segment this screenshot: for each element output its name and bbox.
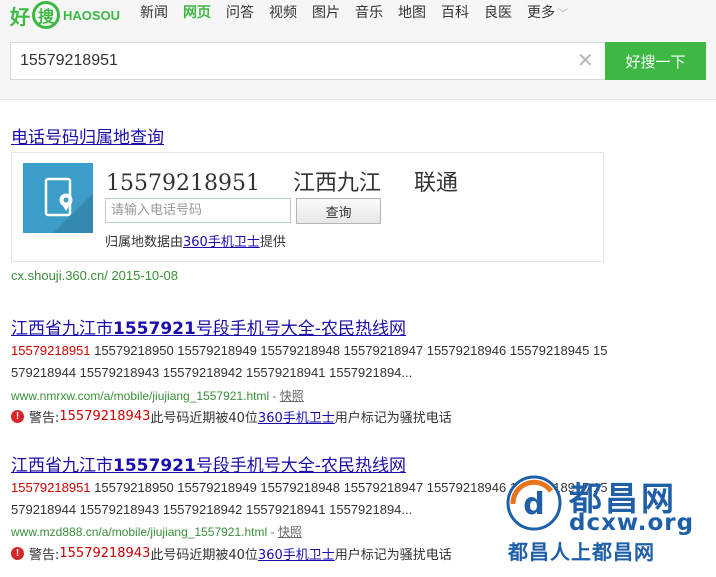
phone-card-url: cx.shouji.360.cn/ 2015-10-08 <box>11 268 178 283</box>
source-suffix: 提供 <box>259 235 286 250</box>
warning-360-link[interactable]: 360手机卫士 <box>258 544 335 563</box>
search-button[interactable]: 好搜一下 <box>605 42 706 80</box>
nav-web[interactable]: 网页 <box>183 2 211 26</box>
logo-search-circle-icon: 搜 <box>32 1 60 29</box>
phone-data-source: 归属地数据由360手机卫士提供 <box>105 231 286 250</box>
warning-360-link[interactable]: 360手机卫士 <box>258 407 335 426</box>
warning-icon: ! <box>11 547 24 560</box>
nav-music[interactable]: 音乐 <box>355 2 383 26</box>
phone-result-line: 15579218951 江西九江 联通 <box>106 165 484 197</box>
result-title-post: 号段手机号大全-农民热线网 <box>195 456 406 476</box>
result-url: www.mzd888.cn/a/mobile/jiujiang_1557921.… <box>11 523 302 540</box>
warning-text: 此号码近期被40位 <box>150 411 258 426</box>
result-title-pre: 江西省九江市 <box>11 456 113 476</box>
snippet-highlight: 15579218951 <box>11 343 91 358</box>
result-url-text: www.mzd888.cn/a/mobile/jiujiang_1557921.… <box>11 525 278 539</box>
watermark-domain: dcxw.org <box>569 510 695 536</box>
result-title-bold: 1557921 <box>113 456 196 476</box>
warning-end: 用户标记为骚扰电话 <box>334 411 452 426</box>
warning-text: 此号码近期被40位 <box>150 548 258 563</box>
result-title-link[interactable]: 江西省九江市1557921号段手机号大全-农民热线网 <box>11 451 406 476</box>
snippet-text: 15579218950 15579218949 15579218948 1557… <box>11 343 608 380</box>
phone-number-input[interactable] <box>105 198 291 223</box>
search-input[interactable] <box>11 43 551 79</box>
watermark-slogan: 都昌人上都昌网 <box>508 540 655 564</box>
warning-label: 警告: <box>29 548 60 563</box>
warning-end: 用户标记为骚扰电话 <box>334 548 452 563</box>
nav-news[interactable]: 新闻 <box>140 2 168 26</box>
nav-video[interactable]: 视频 <box>269 2 297 26</box>
result-url-text: www.nmrxw.com/a/mobile/jiujiang_1557921.… <box>11 389 280 403</box>
nav-map[interactable]: 地图 <box>398 2 426 26</box>
harassment-warning: ! 警告: 15579218943 此号码近期被40位 360手机卫士 用户标记为骚扰电… <box>11 544 452 563</box>
warning-label: 警告: <box>29 411 60 426</box>
haosou-logo[interactable]: 好 搜 HAOSOU <box>10 1 121 29</box>
nav-images[interactable]: 图片 <box>312 2 340 26</box>
logo-wordmark: HAOSOU <box>63 7 121 23</box>
phone-region: 江西九江 <box>292 171 381 196</box>
result-snippet: 15579218951 15579218950 15579218949 1557… <box>11 340 611 384</box>
result-title-pre: 江西省九江市 <box>11 319 113 339</box>
top-nav: 新闻 网页 问答 视频 图片 音乐 地图 百科 良医 更多 ﹀ <box>140 2 583 26</box>
cache-link[interactable]: 快照 <box>280 389 304 403</box>
phone-lookup-title-link[interactable]: 电话号码归属地查询 <box>11 123 164 148</box>
logo-char-hao: 好 <box>10 4 30 29</box>
snippet-highlight: 15579218951 <box>11 480 91 495</box>
phone-query-button[interactable]: 查询 <box>296 198 381 224</box>
nav-qa[interactable]: 问答 <box>226 2 254 26</box>
chevron-down-icon: ﹀ <box>558 9 568 20</box>
watermark-logo-icon: d <box>506 475 562 531</box>
site-watermark: d 都昌网 dcxw.org 都昌人上都昌网 <box>505 470 710 570</box>
top-bar: 好 搜 HAOSOU 新闻 网页 问答 视频 图片 音乐 地图 百科 良医 更多… <box>0 0 716 100</box>
cache-link[interactable]: 快照 <box>278 525 302 539</box>
phone-number: 15579218951 <box>106 171 260 196</box>
nav-baike[interactable]: 百科 <box>441 2 469 26</box>
result-title-bold: 1557921 <box>113 319 196 339</box>
phone-lookup-card: 15579218951 江西九江 联通 查询 归属地数据由360手机卫士提供 <box>11 152 604 262</box>
svg-text:d: d <box>523 487 544 522</box>
warning-number: 15579218943 <box>59 546 151 561</box>
source-prefix: 归属地数据由 <box>105 235 184 250</box>
harassment-warning: ! 警告: 15579218943 此号码近期被40位 360手机卫士 用户标记为骚扰电… <box>11 407 452 426</box>
nav-more-label: 更多 <box>527 5 555 21</box>
nav-doctor[interactable]: 良医 <box>484 2 512 26</box>
source-360-link[interactable]: 360手机卫士 <box>183 235 260 250</box>
warning-number: 15579218943 <box>59 409 151 424</box>
nav-more[interactable]: 更多 ﹀ <box>527 2 568 26</box>
phone-carrier: 联通 <box>413 171 458 196</box>
search-box: ✕ <box>10 42 606 80</box>
warning-icon: ! <box>11 410 24 423</box>
close-icon[interactable]: ✕ <box>577 49 594 73</box>
phone-location-icon <box>23 163 93 233</box>
result-title-link[interactable]: 江西省九江市1557921号段手机号大全-农民热线网 <box>11 314 406 339</box>
result-url: www.nmrxw.com/a/mobile/jiujiang_1557921.… <box>11 387 304 404</box>
result-title-post: 号段手机号大全-农民热线网 <box>195 319 406 339</box>
